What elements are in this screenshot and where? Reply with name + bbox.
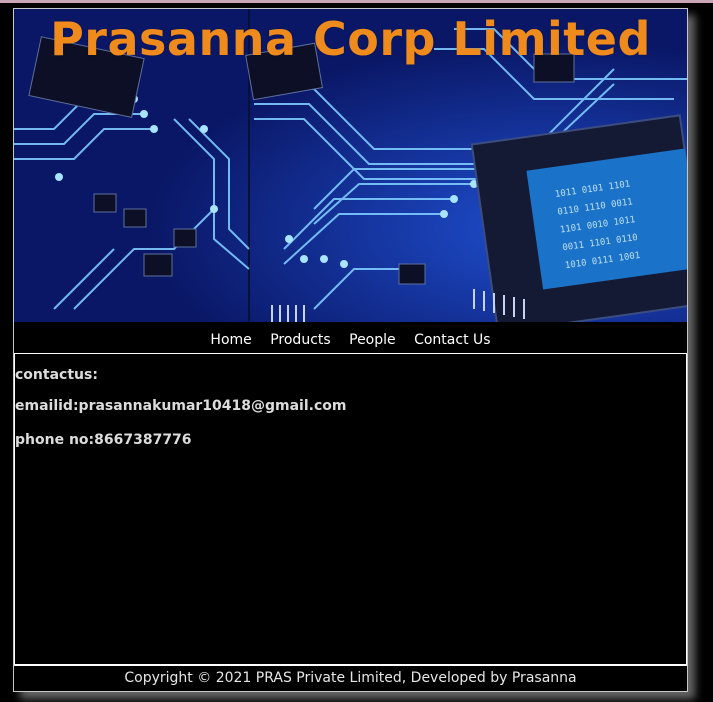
contact-email: emailid:prasannakumar10418@gmail.com [15, 398, 347, 414]
contact-heading: contactus: [15, 367, 98, 383]
contact-phone: phone no:8667387776 [15, 432, 192, 448]
nav-contact-us[interactable]: Contact Us [414, 332, 490, 348]
header-banner: 1011 0101 1101 0110 1110 0011 1101 0010 … [14, 9, 687, 322]
window-top-strip [0, 0, 713, 3]
contact-section: contactus: emailid:prasannakumar10418@gm… [14, 353, 687, 665]
nav-products[interactable]: Products [270, 332, 330, 348]
nav-home[interactable]: Home [210, 332, 251, 348]
nav-people[interactable]: People [349, 332, 396, 348]
site-title: Prasanna Corp Limited [50, 12, 651, 66]
main-nav: Home Products People Contact Us [14, 332, 687, 354]
footer-copyright: Copyright © 2021 PRAS Private Limited, D… [14, 665, 687, 691]
page-container: 1011 0101 1101 0110 1110 0011 1101 0010 … [13, 8, 688, 692]
